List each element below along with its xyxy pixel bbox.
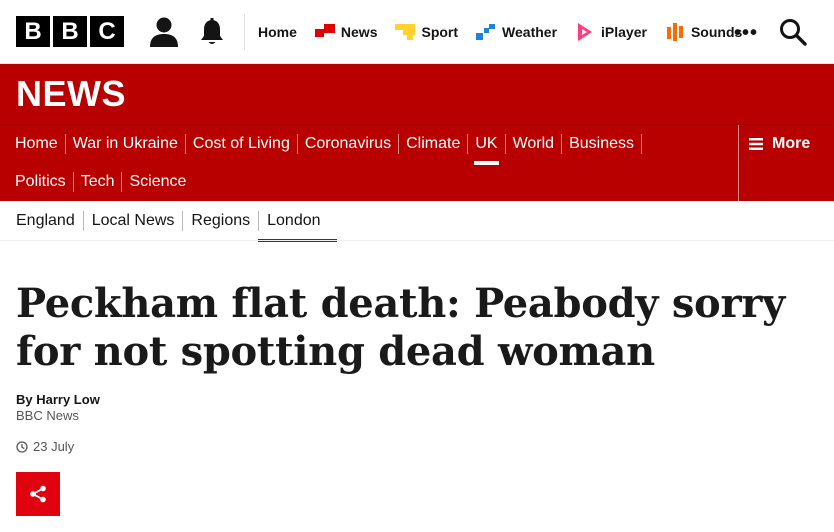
global-nav-sport-label: Sport [421, 24, 459, 40]
section-nav-coronavirus[interactable]: Coronavirus [298, 134, 400, 154]
global-nav: Home News Sport Weather iPlayer Sounds [244, 0, 751, 64]
sounds-icon [666, 23, 683, 41]
news-masthead: NEWS [0, 64, 834, 124]
article-headline: Peckham flat death: Peabody sorry for no… [16, 280, 785, 375]
sub-nav-london[interactable]: London [258, 211, 337, 242]
global-nav-home-label: Home [258, 24, 297, 40]
global-nav-iplayer[interactable]: iPlayer [566, 0, 656, 64]
share-button[interactable] [16, 472, 60, 516]
sub-nav-divider [0, 240, 834, 241]
section-nav-science[interactable]: Science [122, 172, 193, 192]
section-nav-climate[interactable]: Climate [399, 134, 469, 154]
section-nav-row: Home War in Ukraine Cost of Living Coron… [8, 125, 642, 165]
news-icon [314, 24, 335, 37]
article-byline: By Harry Low [16, 392, 100, 407]
notifications-bell-icon[interactable] [199, 18, 225, 46]
global-header: B B C Home News Sport Weather iPlayer So… [0, 0, 834, 64]
sport-icon [395, 24, 416, 40]
section-nav-war-in-ukraine[interactable]: War in Ukraine [66, 134, 186, 154]
section-nav-business[interactable]: Business [562, 134, 642, 154]
bbc-logo[interactable]: B B C [16, 16, 124, 47]
global-nav-weather[interactable]: Weather [467, 0, 566, 64]
menu-icon [749, 138, 763, 150]
search-icon[interactable] [779, 18, 807, 46]
sub-nav-regions[interactable]: Regions [183, 211, 260, 231]
section-nav-row: Politics Tech Science [8, 163, 193, 201]
sub-nav-england[interactable]: England [8, 211, 84, 231]
clock-icon [16, 440, 28, 453]
weather-icon [476, 24, 496, 40]
section-nav-tech[interactable]: Tech [74, 172, 123, 192]
share-icon [30, 485, 46, 503]
section-nav: Home War in Ukraine Cost of Living Coron… [0, 124, 834, 202]
article-date-text: 23 July [33, 439, 75, 454]
section-nav-more-label: More [772, 135, 811, 152]
iplayer-icon [578, 23, 593, 41]
section-nav-politics[interactable]: Politics [8, 172, 74, 192]
bbc-logo-letter: B [16, 16, 50, 47]
global-nav-news[interactable]: News [306, 0, 387, 64]
news-logo[interactable]: NEWS [16, 73, 126, 115]
bbc-logo-letter: B [53, 16, 87, 47]
section-nav-more-button[interactable]: More [738, 125, 834, 202]
section-nav-uk[interactable]: UK [468, 134, 506, 165]
global-nav-iplayer-label: iPlayer [601, 24, 647, 40]
sub-nav-local-news[interactable]: Local News [84, 211, 184, 231]
section-nav-world[interactable]: World [506, 134, 563, 154]
account-icon[interactable] [148, 16, 180, 48]
global-nav-weather-label: Weather [502, 24, 558, 40]
article-byline-organisation: BBC News [16, 408, 79, 423]
section-nav-home[interactable]: Home [8, 134, 66, 154]
section-nav-cost-of-living[interactable]: Cost of Living [186, 134, 298, 154]
sub-nav: England Local News Regions London [8, 201, 337, 242]
article-date: 23 July [16, 439, 74, 454]
global-nav-more-button[interactable]: ••• [734, 22, 758, 45]
global-nav-news-label: News [340, 24, 378, 40]
bbc-logo-letter: C [90, 16, 124, 47]
global-nav-sport[interactable]: Sport [386, 0, 467, 64]
global-nav-home[interactable]: Home [244, 0, 306, 64]
